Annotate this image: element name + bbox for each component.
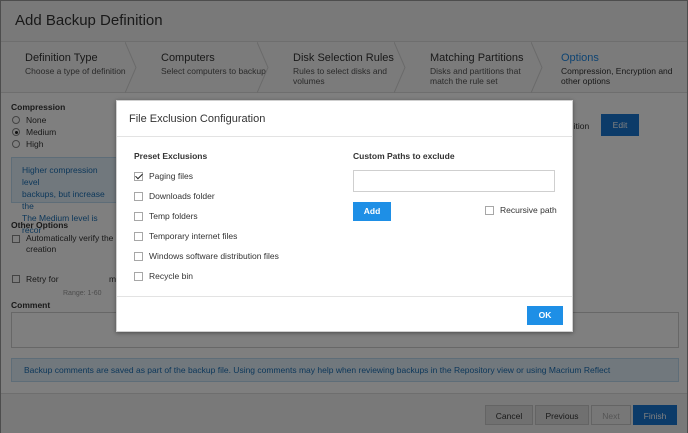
recycle-bin-checkbox[interactable] <box>134 271 143 281</box>
temp-folders-checkbox[interactable] <box>134 211 143 221</box>
preset-label: Downloads folder <box>149 191 215 201</box>
recursive-path-option[interactable]: Recursive path <box>485 205 557 215</box>
preset-temporary-internet-files[interactable]: Temporary internet files <box>134 229 237 243</box>
paging-files-checkbox[interactable] <box>134 171 143 181</box>
dialog-title: File Exclusion Configuration <box>117 101 572 137</box>
downloads-folder-checkbox[interactable] <box>134 191 143 201</box>
recursive-path-checkbox[interactable] <box>485 205 494 215</box>
recursive-path-label: Recursive path <box>500 205 557 215</box>
preset-downloads-folder[interactable]: Downloads folder <box>134 189 215 203</box>
dialog-footer: OK <box>117 296 572 332</box>
preset-label: Recycle bin <box>149 271 193 281</box>
preset-label: Paging files <box>149 171 193 181</box>
preset-label: Temporary internet files <box>149 231 238 241</box>
preset-exclusions-label: Preset Exclusions <box>134 151 208 161</box>
file-exclusion-dialog: File Exclusion Configuration Preset Excl… <box>116 100 573 332</box>
preset-windows-software-distribution[interactable]: Windows software distribution files <box>134 249 279 263</box>
preset-recycle-bin[interactable]: Recycle bin <box>134 269 193 283</box>
ok-button[interactable]: OK <box>527 306 563 325</box>
preset-label: Windows software distribution files <box>149 251 279 261</box>
preset-label: Temp folders <box>149 211 198 221</box>
preset-temp-folders[interactable]: Temp folders <box>134 209 198 223</box>
custom-paths-label: Custom Paths to exclude <box>353 151 455 161</box>
custom-path-input[interactable] <box>353 170 555 192</box>
windows-software-distribution-checkbox[interactable] <box>134 251 143 261</box>
temporary-internet-files-checkbox[interactable] <box>134 231 143 241</box>
preset-paging-files[interactable]: Paging files <box>134 169 193 183</box>
add-path-button[interactable]: Add <box>353 202 391 221</box>
